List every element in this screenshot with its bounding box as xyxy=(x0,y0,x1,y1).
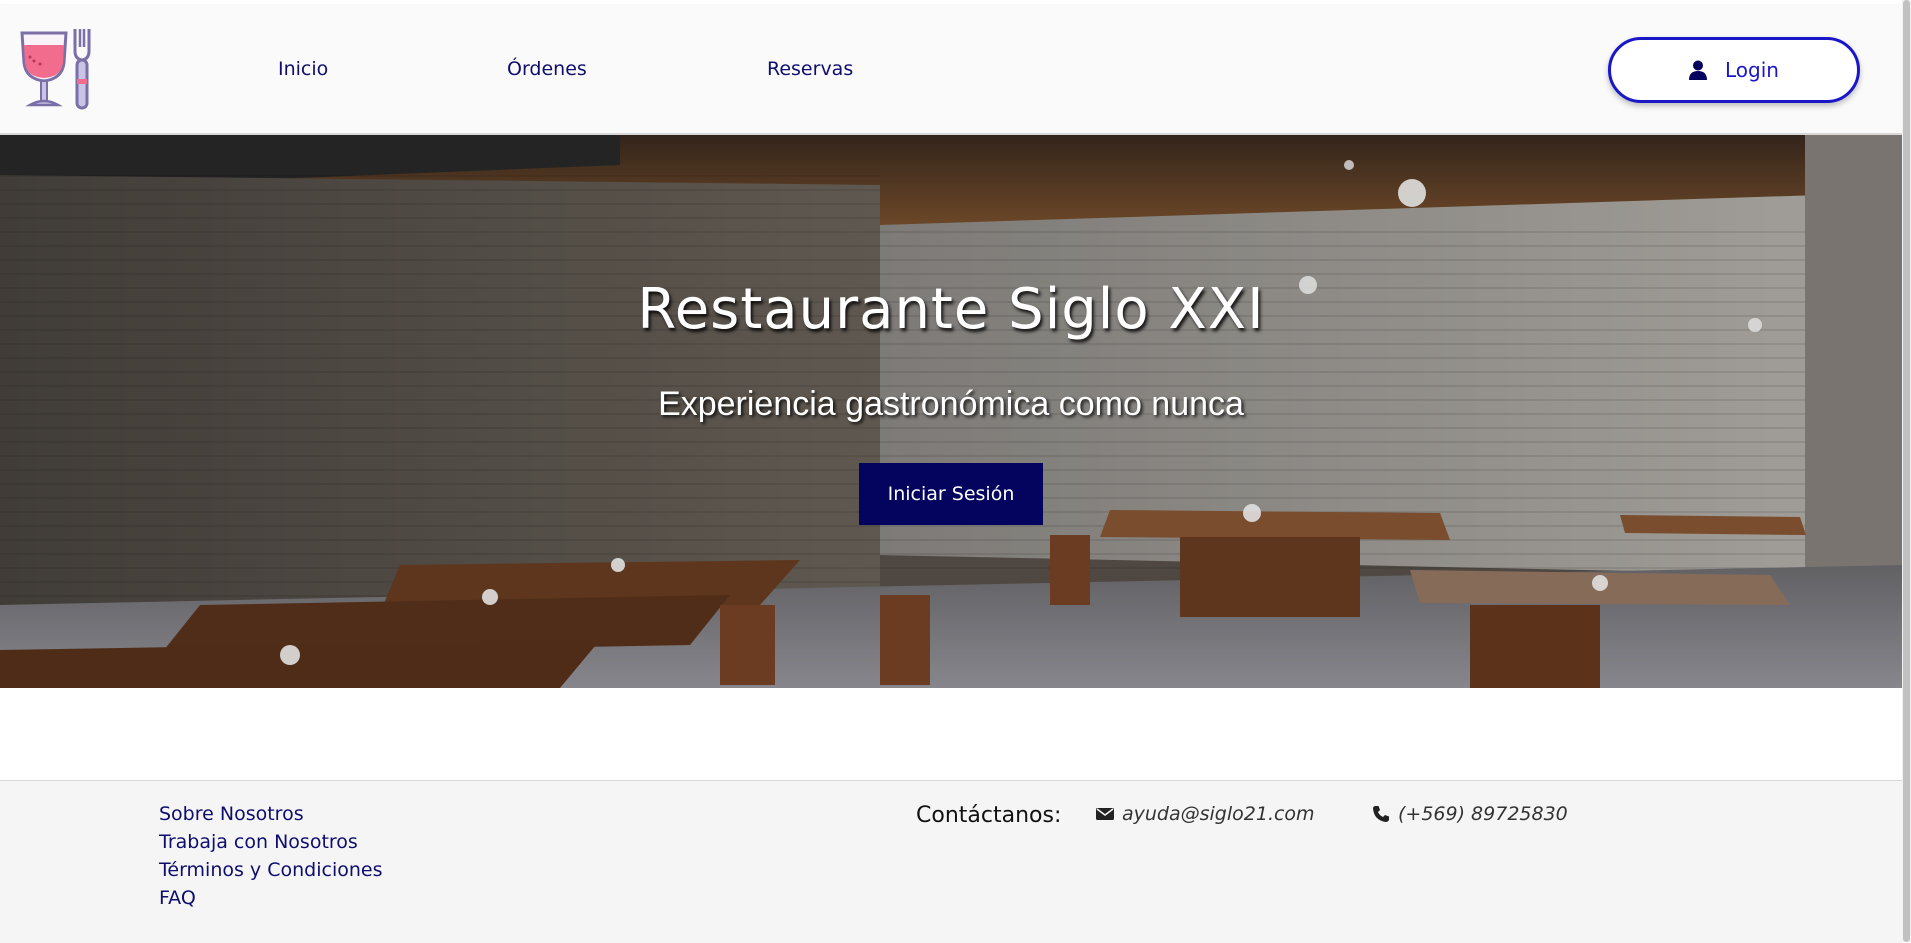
login-button[interactable]: Login xyxy=(1608,37,1860,103)
contact-title: Contáctanos: xyxy=(916,803,1062,828)
footer-link-terminos[interactable]: Términos y Condiciones xyxy=(159,859,382,881)
user-icon xyxy=(1689,60,1708,80)
footer: Sobre Nosotros Trabaja con Nosotros Térm… xyxy=(0,780,1902,943)
scrollbar[interactable] xyxy=(1902,0,1911,942)
wine-glass-fork-icon[interactable] xyxy=(18,27,102,111)
footer-link-trabaja-con-nosotros[interactable]: Trabaja con Nosotros xyxy=(159,831,358,853)
iniciar-sesion-button[interactable]: Iniciar Sesión xyxy=(859,463,1043,525)
hero-subtitle: Experiencia gastronómica como nunca xyxy=(658,385,1244,423)
nav-link-ordenes[interactable]: Órdenes xyxy=(507,58,587,80)
page: Inicio Órdenes Reservas Login Restaurant… xyxy=(0,0,1902,943)
contact-phone[interactable]: (+569) 89725830 xyxy=(1372,803,1568,825)
scrollbar-thumb[interactable] xyxy=(1903,0,1910,942)
hero-section: Restaurante Siglo XXI Experiencia gastro… xyxy=(0,135,1902,688)
footer-link-sobre-nosotros[interactable]: Sobre Nosotros xyxy=(159,803,304,825)
envelope-icon xyxy=(1096,808,1114,820)
phone-icon xyxy=(1373,806,1389,822)
hero-title: Restaurante Siglo XXI xyxy=(637,277,1265,342)
contact-phone-text: (+569) 89725830 xyxy=(1398,803,1568,825)
top-navbar: Inicio Órdenes Reservas Login xyxy=(0,5,1902,135)
contact-email[interactable]: ayuda@siglo21.com xyxy=(1096,803,1315,825)
login-label: Login xyxy=(1725,58,1779,82)
nav-link-reservas[interactable]: Reservas xyxy=(767,58,853,80)
footer-link-faq[interactable]: FAQ xyxy=(159,887,196,909)
contact-email-text: ayuda@siglo21.com xyxy=(1122,803,1315,825)
nav-link-inicio[interactable]: Inicio xyxy=(278,58,328,80)
